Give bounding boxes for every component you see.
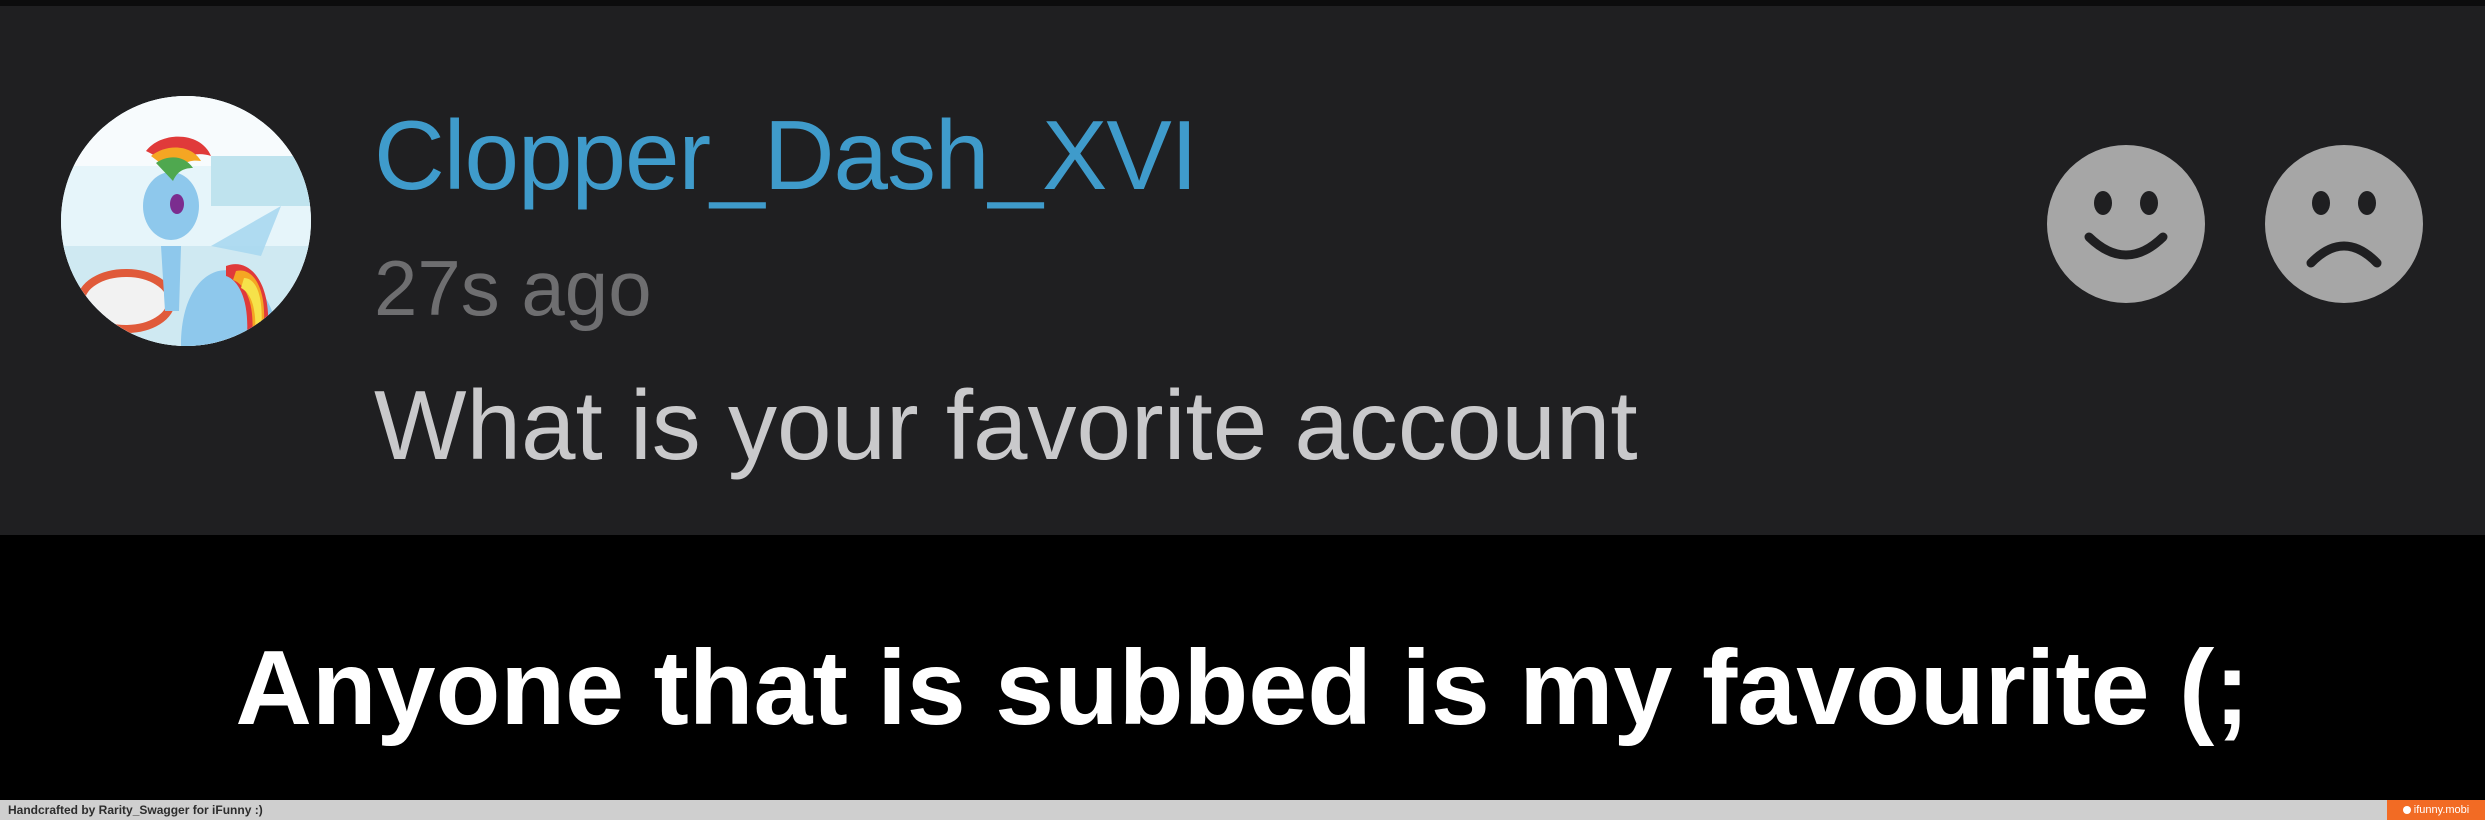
- meme-caption: Anyone that is subbed is my favourite (;: [235, 629, 2250, 747]
- smile-face-icon: [2047, 145, 2205, 303]
- username-link[interactable]: Clopper_Dash_XVI: [374, 106, 1198, 204]
- comment-text: What is your favorite account: [374, 370, 1638, 480]
- user-avatar[interactable]: [61, 96, 311, 346]
- footer-credit: Handcrafted by Rarity_Swagger for iFunny…: [8, 803, 263, 817]
- comment-timestamp: 27s ago: [374, 244, 652, 332]
- dislike-button[interactable]: [2265, 145, 2423, 303]
- like-button[interactable]: [2047, 145, 2205, 303]
- ifunny-logo-icon: [2402, 806, 2411, 814]
- ifunny-badge-label: ifunny.mobi: [2413, 804, 2470, 816]
- watermark-footer: Handcrafted by Rarity_Swagger for iFunny…: [0, 800, 2485, 820]
- meme-page: Clopper_Dash_XVI 27s ago What is your fa…: [0, 0, 2485, 820]
- ifunny-badge[interactable]: ifunny.mobi: [2387, 800, 2485, 820]
- comment-card: Clopper_Dash_XVI 27s ago What is your fa…: [0, 6, 2485, 535]
- sad-face-icon: [2265, 145, 2423, 303]
- pony-avatar-image: [61, 96, 311, 346]
